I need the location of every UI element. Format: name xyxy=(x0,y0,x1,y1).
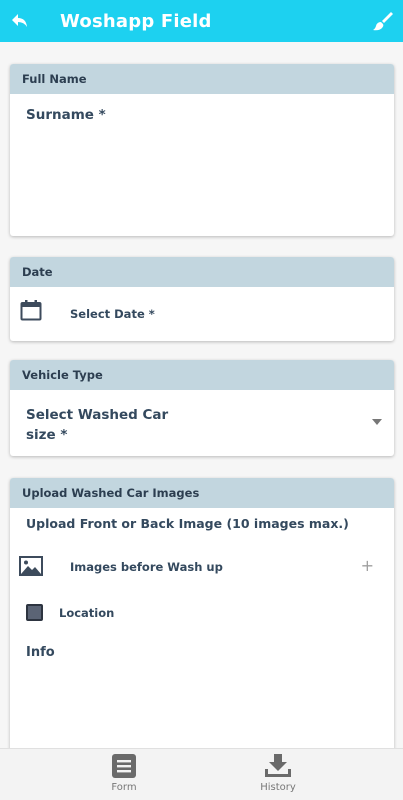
select-date-field[interactable]: Select Date * xyxy=(70,307,155,321)
nav-form-tab[interactable]: Form xyxy=(84,753,164,793)
surname-field[interactable]: Surname * xyxy=(26,107,106,123)
dropdown-caret-icon[interactable] xyxy=(372,419,382,425)
image-icon[interactable] xyxy=(19,556,43,576)
nav-history-tab[interactable]: History xyxy=(238,753,318,793)
car-size-select[interactable]: Select Washed Car size * xyxy=(26,405,176,445)
info-field[interactable]: Info xyxy=(26,645,55,660)
upload-images-card: Upload Washed Car Images Upload Front or… xyxy=(10,478,394,758)
date-header: Date xyxy=(10,257,394,287)
form-icon xyxy=(112,754,136,778)
paint-brush-button[interactable] xyxy=(371,9,395,33)
download-icon xyxy=(265,754,291,777)
vehicle-type-header: Vehicle Type xyxy=(10,360,394,390)
bottom-navigation: Form History xyxy=(0,748,403,800)
app-bar: Woshapp Field xyxy=(0,0,403,42)
app-title: Woshapp Field xyxy=(60,10,212,32)
upload-images-header: Upload Washed Car Images xyxy=(10,478,394,508)
images-before-wash-label[interactable]: Images before Wash up xyxy=(70,560,223,574)
back-button[interactable] xyxy=(2,0,38,42)
nav-history-label: History xyxy=(260,782,296,793)
full-name-card: Full Name Surname * xyxy=(10,64,394,236)
upload-instructions: Upload Front or Back Image (10 images ma… xyxy=(26,516,349,531)
date-card: Date Select Date * xyxy=(10,257,394,341)
paint-brush-icon xyxy=(373,12,393,31)
vehicle-type-card: Vehicle Type Select Washed Car size * xyxy=(10,360,394,456)
add-image-icon[interactable]: + xyxy=(361,556,374,575)
location-label: Location xyxy=(59,606,115,620)
location-checkbox[interactable] xyxy=(26,604,43,621)
calendar-icon[interactable] xyxy=(20,299,42,321)
full-name-header: Full Name xyxy=(10,64,394,94)
nav-form-label: Form xyxy=(111,782,137,793)
back-arrow-icon xyxy=(12,14,27,27)
